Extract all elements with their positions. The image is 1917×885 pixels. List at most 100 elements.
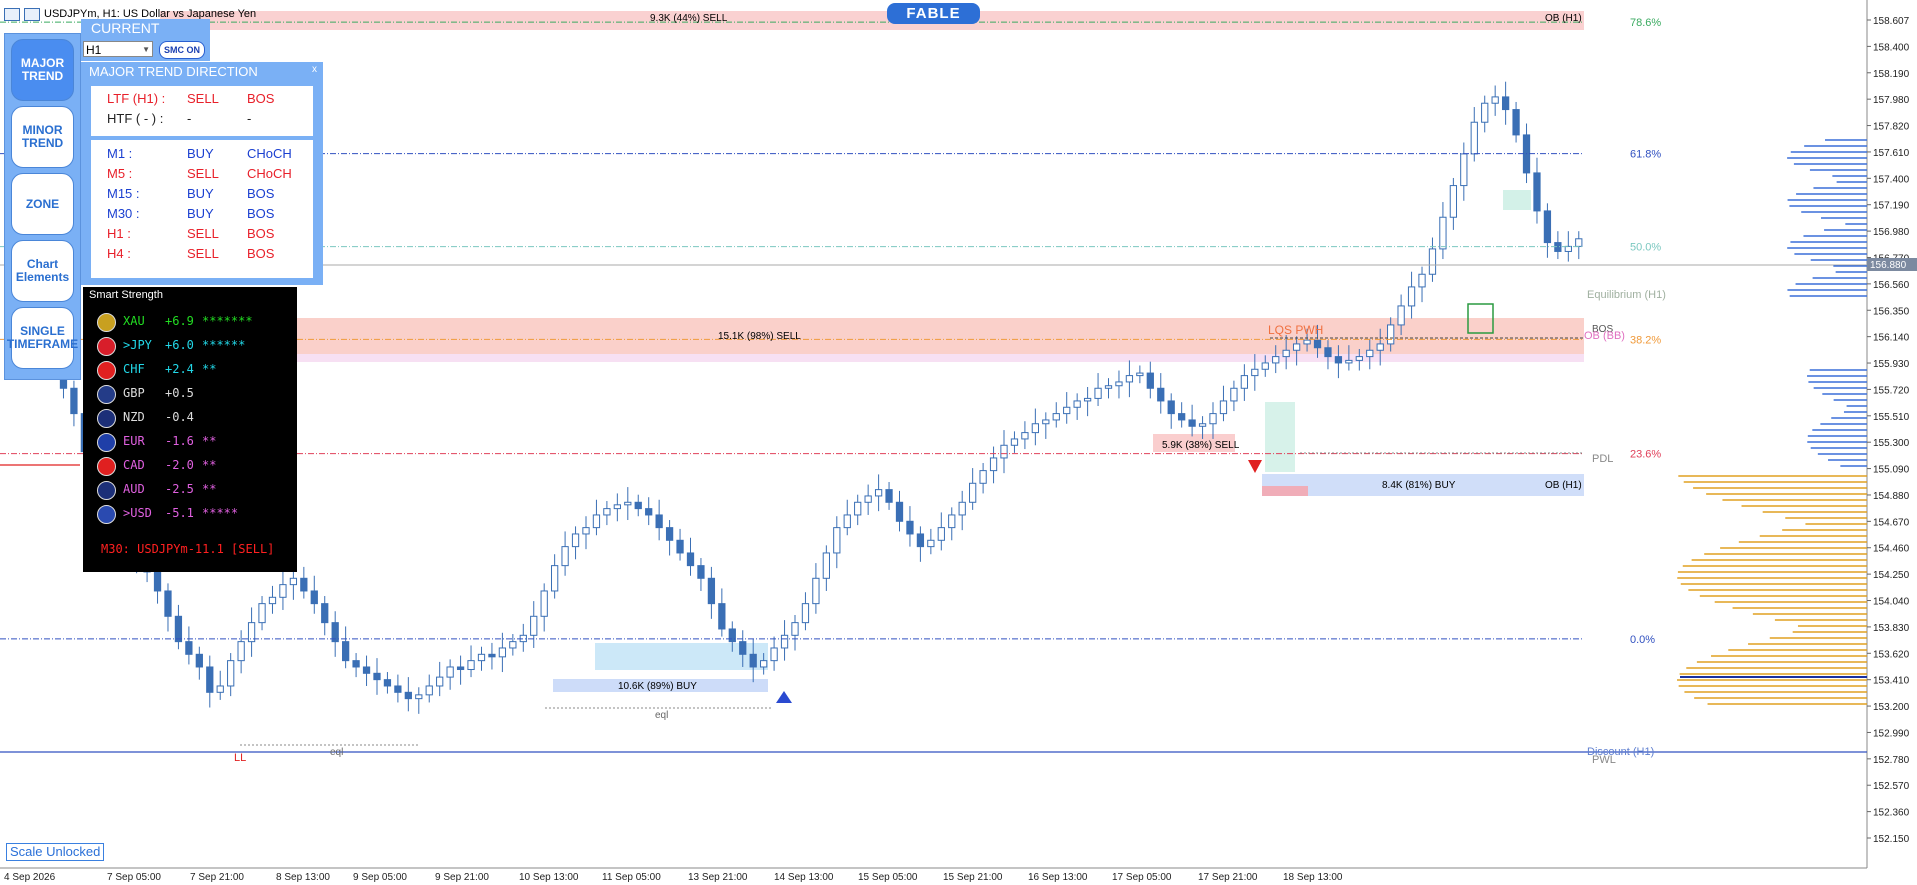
trend-struct: BOS — [247, 206, 275, 221]
strength-row: GBP +0.5 — [83, 383, 297, 404]
price-tick-label: 153.200 — [1873, 702, 1910, 713]
strength-row: CAD -2.0 ** — [83, 455, 297, 476]
candle-body — [1052, 413, 1060, 421]
trend-tf: M1 : — [107, 146, 133, 161]
trend-struct: BOS — [247, 186, 275, 201]
candle-body — [164, 590, 172, 617]
candle-body — [1292, 343, 1301, 351]
sidebar-item-zone[interactable]: ZONE — [11, 173, 74, 235]
price-tick-label: 157.820 — [1873, 122, 1910, 133]
candle-body — [1083, 397, 1092, 402]
strength-stars: ***** — [202, 506, 239, 520]
fvg-green-2 — [1503, 190, 1531, 210]
fib-label: 0.0% — [1630, 634, 1655, 646]
candle-body — [1167, 400, 1175, 415]
sidebar-item-minor-trend[interactable]: MINOR TREND — [11, 106, 74, 168]
chart-type-icon[interactable] — [24, 7, 40, 21]
candle-body — [488, 653, 496, 658]
fib-label: 50.0% — [1630, 242, 1661, 254]
ob-zone-mid-low — [222, 354, 1584, 362]
candle-body — [1073, 400, 1081, 408]
candle-body — [624, 501, 632, 506]
candle-body — [686, 552, 695, 567]
smc-toggle-button[interactable]: SMC ON — [159, 41, 205, 59]
candle-body — [801, 603, 810, 624]
candle-body — [383, 679, 392, 687]
smart-strength-panel: Smart Strength M30: USDJPYm-11.1 [SELL] … — [83, 287, 297, 572]
strength-row: NZD -0.4 — [83, 407, 297, 428]
candle-body — [456, 666, 465, 671]
candle-body — [948, 514, 956, 529]
lqs-pwh-label: LQS PWH — [1268, 323, 1324, 337]
price-tick-label: 156.980 — [1873, 227, 1910, 238]
trend-summary-box: LTF (H1) : SELL BOS HTF ( - ) : - - — [91, 86, 313, 136]
price-tick-label: 154.670 — [1873, 517, 1910, 528]
close-icon[interactable]: x — [312, 64, 317, 75]
strength-val: +2.4 — [165, 362, 194, 376]
strength-cur: EUR — [123, 434, 145, 448]
strength-stars: ** — [202, 458, 217, 472]
time-tick-label: 10 Sep 13:00 — [519, 872, 579, 883]
htf-label: HTF ( - ) : — [107, 111, 164, 126]
candle-body — [237, 641, 245, 662]
candle-body — [1230, 387, 1238, 402]
price-tick-label: 156.350 — [1873, 306, 1910, 317]
strength-row: CHF +2.4 ** — [83, 359, 297, 380]
candle-body — [571, 533, 580, 548]
candle-body — [603, 508, 611, 516]
time-tick-label: 16 Sep 13:00 — [1028, 872, 1088, 883]
fib-label: 61.8% — [1630, 149, 1661, 161]
time-tick-label: 15 Sep 21:00 — [943, 872, 1003, 883]
candle-body — [885, 489, 893, 503]
candle-body — [1439, 216, 1447, 250]
ltf-dir: SELL — [187, 91, 219, 106]
candle-body — [1272, 356, 1280, 364]
strength-cur: AUD — [123, 482, 145, 496]
price-tick-label: 155.930 — [1873, 359, 1910, 370]
candle-body — [958, 501, 966, 516]
candle-body — [477, 653, 486, 662]
price-tick-label: 152.360 — [1873, 808, 1910, 819]
trend-panel-title: MAJOR TREND DIRECTION — [89, 64, 258, 79]
eql-label-1: eql — [330, 747, 344, 758]
trend-dir: BUY — [187, 146, 214, 161]
candle-body — [592, 514, 601, 529]
eql-label-2: eql — [655, 710, 669, 721]
zone-label-5: 10.6K (89%) BUY — [618, 681, 697, 692]
flag-icon — [97, 481, 116, 500]
trend-tf: M30 : — [107, 206, 140, 221]
candle-body — [1219, 400, 1228, 415]
flag-icon — [97, 337, 116, 356]
sidebar-item-single-timeframe[interactable]: SINGLE TIMEFRAME — [7, 307, 78, 369]
fib-label: 38.2% — [1630, 334, 1661, 346]
fvg-small — [1262, 486, 1308, 496]
candle-body — [1334, 356, 1343, 364]
price-tick-label: 154.250 — [1873, 570, 1910, 581]
candle-body — [1198, 423, 1207, 427]
timeframe-select[interactable]: H1 ▼ — [83, 41, 153, 57]
candle-body — [1251, 368, 1259, 377]
candle-body — [1418, 273, 1426, 288]
strength-stars: ******* — [202, 314, 253, 328]
flag-icon — [97, 409, 116, 428]
sidebar-item-major-trend[interactable]: MAJOR TREND — [11, 39, 74, 101]
trend-dir: SELL — [187, 166, 219, 181]
sidebar-item-chart-elements[interactable]: Chart Elements — [11, 240, 74, 302]
candle-body — [362, 666, 371, 674]
price-tick-label: 158.190 — [1873, 69, 1910, 80]
candle-body — [1387, 324, 1395, 345]
scale-unlocked-button[interactable]: Scale Unlocked — [6, 843, 105, 861]
candle-body — [1543, 210, 1552, 244]
ll-label: LL — [234, 752, 247, 764]
ob-label-top: OB (H1) — [1545, 13, 1582, 24]
candle-body — [1470, 121, 1478, 155]
candle-body — [989, 457, 998, 472]
price-tick-label: 152.780 — [1873, 755, 1910, 766]
window-menu-icon[interactable] — [4, 7, 20, 21]
strength-val: -5.1 — [165, 506, 194, 520]
pdl-label: PDL — [1592, 453, 1614, 465]
candle-body — [854, 501, 862, 516]
fable-brand-button[interactable]: FABLE — [887, 3, 980, 24]
candle-body — [1209, 413, 1217, 425]
time-tick-label: 18 Sep 13:00 — [1283, 872, 1343, 883]
